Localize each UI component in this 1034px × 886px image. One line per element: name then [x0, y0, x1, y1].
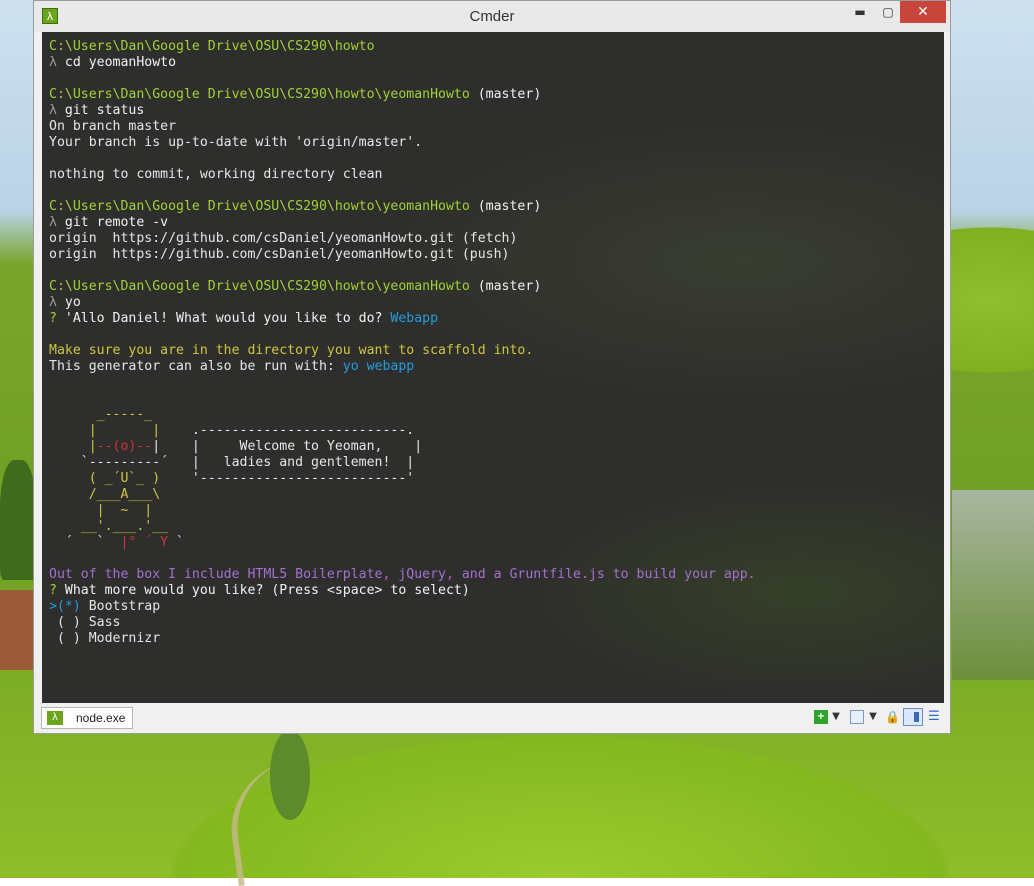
checkbox-unchecked[interactable]: ( )	[57, 615, 81, 630]
generator-command: yo webapp	[342, 359, 415, 374]
option-label: Sass	[80, 615, 121, 630]
output-line: origin https://github.com/csDaniel/yeoma…	[49, 247, 510, 262]
command-text: yo	[56, 295, 81, 310]
lambda-app-icon[interactable]: λ	[42, 8, 58, 24]
yeoman-art: | |	[49, 423, 192, 438]
chevron-down-icon[interactable]: ▼	[831, 710, 841, 724]
output-line: Your branch is up-to-date with 'origin/m…	[49, 135, 423, 150]
command-text: git status	[56, 103, 145, 118]
selection-cursor	[49, 631, 57, 646]
option-label: Modernizr	[80, 631, 161, 646]
yeoman-art: /___A___\	[49, 487, 161, 502]
menu-icon[interactable]: ☰	[927, 710, 941, 724]
option-modernizr[interactable]: ( ) Modernizr	[49, 631, 756, 647]
question-text: 'Allo Daniel! What would you like to do?	[56, 311, 391, 326]
wallpaper-house	[0, 590, 34, 670]
lambda-icon: λ	[47, 711, 63, 725]
maximize-button[interactable]: ▢	[878, 1, 898, 23]
question-answer: Webapp	[390, 311, 439, 326]
title-bar[interactable]: Cmder λ ▬ ▢ ✕	[34, 1, 950, 32]
output-line: origin https://github.com/csDaniel/yeoma…	[49, 231, 518, 246]
command-text: git remote -v	[56, 215, 169, 230]
tab-label: node.exe	[76, 711, 126, 725]
checkbox-unchecked[interactable]: ( )	[57, 631, 81, 646]
status-tab-bar: λ node.exe + ▼ ▼ 🔒 ☰	[34, 703, 950, 733]
wallpaper-tree	[270, 730, 310, 820]
cwd-path: C:\Users\Dan\Google Drive\OSU\CS290\howt…	[49, 279, 470, 294]
new-console-icon[interactable]: +	[814, 710, 828, 724]
close-button[interactable]: ✕	[900, 1, 946, 23]
info-line: Out of the box I include HTML5 Boilerpla…	[49, 567, 756, 582]
split-layout-icon[interactable]	[903, 708, 923, 726]
command-text: cd yeomanHowto	[56, 55, 177, 70]
wallpaper-tree	[0, 460, 36, 580]
selection-cursor	[49, 615, 57, 630]
yeoman-eyes: --(o)--	[96, 439, 153, 454]
output-line: nothing to commit, working directory cle…	[49, 167, 383, 182]
terminal-output[interactable]: C:\Users\Dan\Google Drive\OSU\CS290\howt…	[49, 39, 756, 647]
speech-bubble: `---------´ | ladies and gentlemen! |	[49, 455, 415, 470]
speech-bubble: | | Welcome to Yeoman, |	[152, 439, 423, 454]
option-label: Bootstrap	[80, 599, 161, 614]
wallpaper-village	[952, 490, 1034, 680]
cwd-path: C:\Users\Dan\Google Drive\OSU\CS290\howt…	[49, 87, 470, 102]
cmder-window: Cmder λ ▬ ▢ ✕ C:\Users\Dan\Google Drive\…	[33, 0, 951, 734]
question-mark: ?	[49, 583, 57, 598]
git-branch: (master)	[469, 279, 542, 294]
yeoman-art: |° ´ Y	[120, 535, 169, 550]
yeoman-art: ´ `	[49, 535, 121, 550]
window-title: Cmder	[469, 8, 515, 25]
console-area[interactable]: C:\Users\Dan\Google Drive\OSU\CS290\howt…	[42, 32, 944, 703]
info-line: Make sure you are in the directory you w…	[49, 343, 534, 358]
question-text: What more would you like? (Press <space>…	[56, 583, 470, 598]
yeoman-art: _-----_	[49, 407, 153, 422]
yeoman-art: ( _´U`_ )	[49, 471, 192, 486]
prompt-symbol: λ	[49, 295, 57, 310]
lock-icon[interactable]: 🔒	[885, 710, 900, 724]
prompt-symbol: λ	[49, 103, 57, 118]
option-bootstrap[interactable]: >(*) Bootstrap	[49, 599, 756, 615]
question-mark: ?	[49, 311, 57, 326]
yeoman-art: | ~ |	[49, 503, 153, 518]
option-sass[interactable]: ( ) Sass	[49, 615, 756, 631]
git-branch: (master)	[469, 87, 542, 102]
yeoman-art: |	[49, 439, 97, 454]
prompt-symbol: λ	[49, 55, 57, 70]
speech-bubble: .--------------------------.	[191, 423, 415, 438]
selection-cursor: >	[49, 599, 57, 614]
prompt-symbol: λ	[49, 215, 57, 230]
output-line: On branch master	[49, 119, 177, 134]
checkbox-checked[interactable]: (*)	[57, 599, 81, 614]
cwd-path: C:\Users\Dan\Google Drive\OSU\CS290\howt…	[49, 199, 470, 214]
console-tab[interactable]: λ node.exe	[41, 707, 133, 729]
yeoman-art: `	[168, 535, 184, 550]
cwd-path: C:\Users\Dan\Google Drive\OSU\CS290\howt…	[49, 39, 375, 54]
chevron-down-icon[interactable]: ▼	[868, 710, 878, 724]
output-line: This generator can also be run with:	[49, 359, 343, 374]
minimize-button[interactable]: ▬	[850, 1, 870, 23]
git-branch: (master)	[469, 199, 542, 214]
speech-bubble: '--------------------------'	[191, 471, 415, 486]
console-list-icon[interactable]	[850, 710, 864, 724]
yeoman-art: __'.___.'__	[49, 519, 169, 534]
